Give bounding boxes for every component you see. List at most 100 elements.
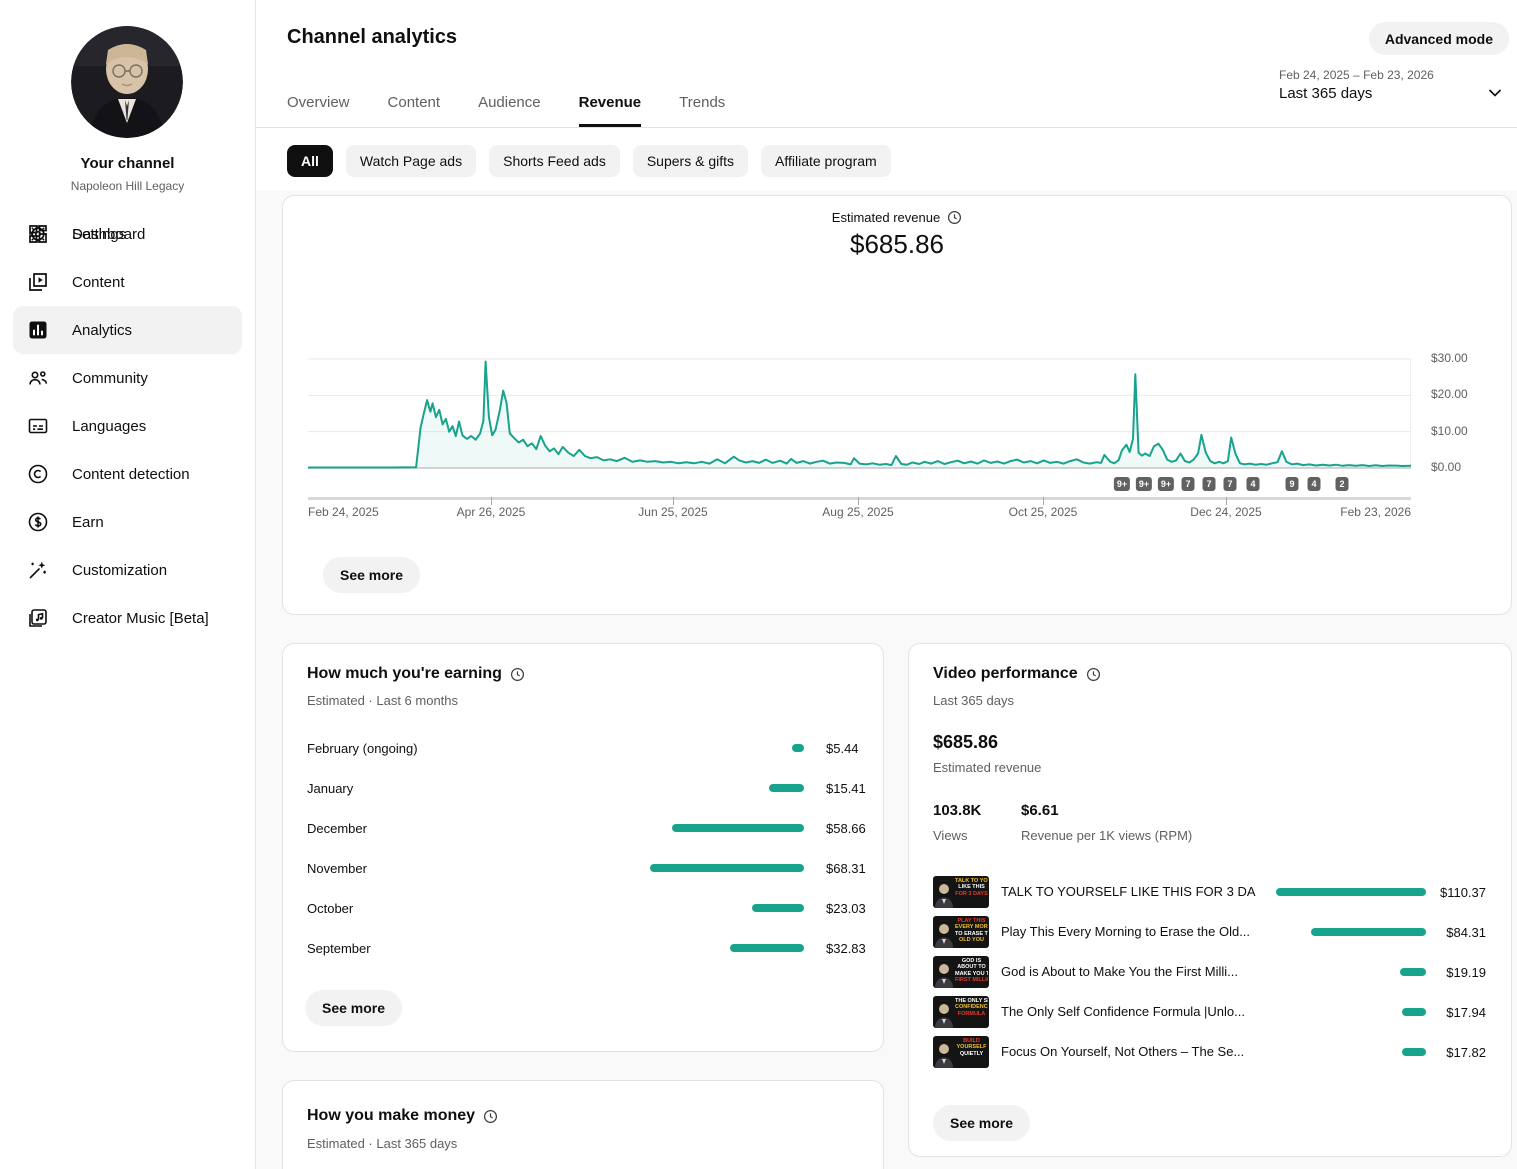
earnings-see-more-button[interactable]: See more xyxy=(305,990,402,1026)
monthly-earnings-list: February (ongoing)$5.44January$15.41Dece… xyxy=(283,728,883,968)
revenue-filter-chips: All Watch Page ads Shorts Feed ads Supers &… xyxy=(287,145,891,177)
clock-icon xyxy=(510,667,525,682)
date-range-selector[interactable]: Feb 24, 2025 – Feb 23, 2026 Last 365 day… xyxy=(1279,68,1434,102)
earning-row-december[interactable]: December$58.66 xyxy=(283,808,883,848)
video-row-3[interactable]: GOD ISABOUT TOMAKE YOU THEFIRST MILLIONA… xyxy=(909,952,1511,992)
x-axis-label: Jun 25, 2025 xyxy=(638,505,707,519)
chart-badge[interactable]: 9+ xyxy=(1136,477,1152,491)
earnings-title-text: How much you're earning xyxy=(307,665,502,683)
date-range-text: Feb 24, 2025 – Feb 23, 2026 xyxy=(1279,68,1434,82)
chart-badge[interactable]: 9+ xyxy=(1158,477,1174,491)
views-label: Views xyxy=(933,828,967,843)
video-thumbnail[interactable]: TALK TO YOURSELFLIKE THISFOR 3 DAYS xyxy=(933,876,989,908)
youtube-studio-analytics: Your channel Napoleon Hill Legacy Dashbo… xyxy=(0,0,1517,1169)
video-title[interactable]: Focus On Yourself, Not Others – The Se..… xyxy=(1001,1044,1244,1059)
y-axis-label: $20.00 xyxy=(1431,387,1468,401)
clock-icon xyxy=(483,1109,498,1124)
earning-value: $15.41 xyxy=(826,781,866,796)
chart-badge[interactable]: 9 xyxy=(1286,477,1299,491)
your-channel-label: Your channel xyxy=(0,155,255,172)
chip-affiliate-program[interactable]: Affiliate program xyxy=(761,145,891,177)
sidebar-item-settings[interactable]: Settings xyxy=(0,210,255,258)
rpm-label: Revenue per 1K views (RPM) xyxy=(1021,828,1192,843)
earning-bar xyxy=(792,744,804,752)
chart-see-more-button[interactable]: See more xyxy=(323,557,420,593)
sidebar-settings: Settings xyxy=(0,210,255,1169)
earning-bar xyxy=(672,824,804,832)
date-preset-text: Last 365 days xyxy=(1279,85,1434,102)
video-revenue-bar xyxy=(1402,1048,1426,1056)
video-title-text: Video performance xyxy=(933,665,1078,683)
earning-value: $23.03 xyxy=(826,901,866,916)
video-thumbnail[interactable]: GOD ISABOUT TOMAKE YOU THEFIRST MILLIONA… xyxy=(933,956,989,988)
thumbnail-portrait xyxy=(934,958,954,988)
tab-content[interactable]: Content xyxy=(388,83,441,127)
tab-trends[interactable]: Trends xyxy=(679,83,725,127)
x-axis-tick xyxy=(858,497,859,505)
earning-row-january[interactable]: January$15.41 xyxy=(283,768,883,808)
sidebar-item-label: Settings xyxy=(72,226,126,243)
rpm-value: $6.61 xyxy=(1021,802,1059,819)
video-revenue-value: $17.82 xyxy=(1446,1045,1486,1060)
video-title[interactable]: Play This Every Morning to Erase the Old… xyxy=(1001,924,1250,939)
video-row-1[interactable]: TALK TO YOURSELFLIKE THISFOR 3 DAYS TALK … xyxy=(909,872,1511,912)
x-axis-label: Oct 25, 2025 xyxy=(1009,505,1078,519)
earning-month-label: October xyxy=(307,901,353,916)
thumbnail-portrait xyxy=(934,918,954,948)
chart-badge[interactable]: 7 xyxy=(1224,477,1237,491)
chart-badge[interactable]: 2 xyxy=(1336,477,1349,491)
earning-row-september[interactable]: September$32.83 xyxy=(283,928,883,968)
thumbnail-portrait xyxy=(934,1038,954,1068)
chip-supers-gifts[interactable]: Supers & gifts xyxy=(633,145,748,177)
chip-watch-page-ads[interactable]: Watch Page ads xyxy=(346,145,476,177)
earning-value: $68.31 xyxy=(826,861,866,876)
header: Channel analytics Advanced mode Feb 24, … xyxy=(256,0,1517,190)
video-title[interactable]: The Only Self Confidence Formula |Unlo..… xyxy=(1001,1004,1245,1019)
earning-row-november[interactable]: November$68.31 xyxy=(283,848,883,888)
x-axis-tick xyxy=(673,497,674,505)
earning-month-label: December xyxy=(307,821,367,836)
clock-icon xyxy=(947,210,962,225)
earning-bar xyxy=(769,784,804,792)
chart-badge[interactable]: 7 xyxy=(1203,477,1216,491)
video-title[interactable]: TALK TO YOURSELF LIKE THIS FOR 3 DA... xyxy=(1001,884,1256,899)
chip-all[interactable]: All xyxy=(287,145,333,177)
video-row-2[interactable]: PLAY THISEVERY MORNINGTO ERASE THEOLD YO… xyxy=(909,912,1511,952)
video-card-title: Video performance xyxy=(933,665,1101,683)
video-row-5[interactable]: BUILDYOURSELFQUIETLY Focus On Yourself, N… xyxy=(909,1032,1511,1072)
chart-badge[interactable]: 4 xyxy=(1308,477,1321,491)
video-card-revenue-label: Estimated revenue xyxy=(933,760,1041,775)
video-revenue-bar xyxy=(1400,968,1426,976)
tab-audience[interactable]: Audience xyxy=(478,83,541,127)
earning-value: $5.44 xyxy=(826,741,859,756)
x-axis-tick xyxy=(491,497,492,505)
video-thumbnail[interactable]: THE ONLY SELFCONFIDENCEFORMULA xyxy=(933,996,989,1028)
chip-shorts-feed-ads[interactable]: Shorts Feed ads xyxy=(489,145,620,177)
chart-badge[interactable]: 9+ xyxy=(1114,477,1130,491)
analytics-tabs: Overview Content Audience Revenue Trends xyxy=(287,83,725,127)
money-card-title: How you make money xyxy=(307,1107,498,1125)
earnings-card: How much you're earning Estimated · Last… xyxy=(282,643,884,1052)
avatar-portrait xyxy=(71,26,183,138)
video-row-4[interactable]: THE ONLY SELFCONFIDENCEFORMULA The Only S… xyxy=(909,992,1511,1032)
chart-badge[interactable]: 7 xyxy=(1182,477,1195,491)
x-axis-label: Feb 23, 2026 xyxy=(1340,505,1411,519)
advanced-mode-button[interactable]: Advanced mode xyxy=(1369,22,1509,55)
earning-row-october[interactable]: October $23.03 xyxy=(283,888,883,928)
video-revenue-bar xyxy=(1276,888,1426,896)
earning-bar xyxy=(650,864,804,872)
video-revenue-value: $110.37 xyxy=(1440,885,1486,900)
tab-overview[interactable]: Overview xyxy=(287,83,350,127)
chevron-down-icon[interactable] xyxy=(1486,84,1504,102)
x-axis-label: Feb 24, 2025 xyxy=(308,505,379,519)
channel-avatar[interactable] xyxy=(71,26,183,138)
tab-revenue[interactable]: Revenue xyxy=(579,83,642,127)
chart-badge[interactable]: 4 xyxy=(1247,477,1260,491)
earning-row-february-ongoing[interactable]: February (ongoing)$5.44 xyxy=(283,728,883,768)
video-see-more-button[interactable]: See more xyxy=(933,1105,1030,1141)
revenue-line-chart[interactable] xyxy=(308,350,1411,480)
video-thumbnail[interactable]: PLAY THISEVERY MORNINGTO ERASE THEOLD YO… xyxy=(933,916,989,948)
video-thumbnail[interactable]: BUILDYOURSELFQUIETLY xyxy=(933,1036,989,1068)
video-title[interactable]: God is About to Make You the First Milli… xyxy=(1001,964,1238,979)
video-card-revenue: $685.86 xyxy=(933,732,998,753)
